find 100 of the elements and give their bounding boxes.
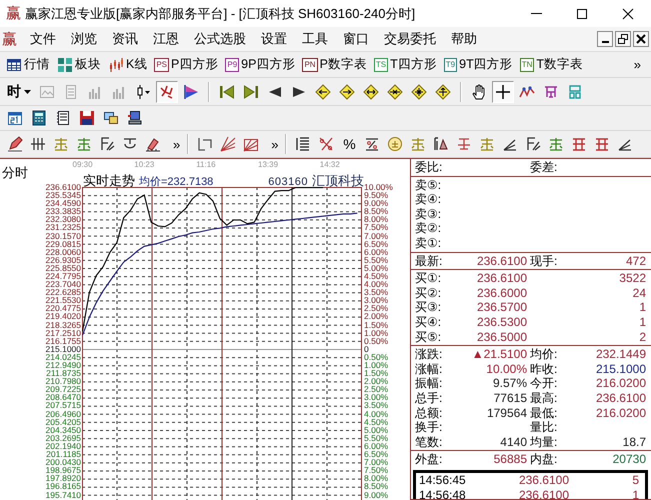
minimize-button[interactable] [597,31,613,47]
minimize-icon [602,41,608,43]
axis-label: 5.50% [364,256,390,264]
axis-label: 7.00% [364,232,390,240]
axis-label: 6.50% [364,240,390,248]
toolbar-button[interactable]: TS T四方形 [372,55,439,74]
field-label: 振幅: [415,376,444,391]
quote-value: 216.0200 [594,406,646,420]
axis-label: 1.50% [364,320,390,329]
toolbar-button[interactable]: PN P数字表 [300,55,369,74]
bracket-box-icon [197,136,214,152]
tool-badge: T9 [444,58,458,72]
line-pattern-icon [410,136,426,152]
axis-label: 3.00% [364,296,390,304]
toolbar-button[interactable]: 行情 [4,55,52,74]
field-label: 外盘: [415,452,444,467]
tool-button[interactable]: % [338,133,360,155]
axis-label: 232.3080 [44,215,81,224]
quote-value: 236.6100 [476,254,527,268]
quote-value: 56885 [492,452,527,467]
picture-icon [39,84,55,100]
menu-item[interactable]: 工具 [295,28,336,50]
axis-label: 212.9490 [44,361,81,370]
toolbar-button[interactable]: P9 9P四方形 [223,55,298,74]
time-label: 14:32 [320,160,340,169]
toolbar-button[interactable]: K线 [106,55,150,74]
menu-item[interactable]: 交易委托 [377,28,444,50]
toolbar-button[interactable]: TN T数字表 [518,55,586,74]
time-label: 10:23 [134,160,154,169]
table-icon [6,56,22,72]
axis-label: 234.4590 [44,199,81,208]
tool-badge: P9 [225,58,240,72]
axis-label: 5.00% [364,264,390,272]
axis-label: 197.8920 [44,474,81,482]
tick-time: 14:56:45 [419,472,467,488]
axis-label: 0.50% [364,352,390,362]
axis-label: 2.50% [364,304,390,312]
minimize-icon [530,13,542,14]
skip-to-start-icon [219,84,235,100]
axis-label: 207.5715 [44,401,81,410]
axis-label: 201.1185 [45,450,81,458]
field-label: 最新: [415,254,444,268]
percent-slash-icon [318,136,334,152]
axis-label: 8.00% [364,215,390,224]
crosshair-icon [495,84,511,100]
field-label: 换手: [415,420,444,435]
line-pattern-icon [594,136,610,152]
quote-value: 236.5700 [476,300,527,315]
menu-item[interactable]: 文件 [23,28,64,50]
field-label: 最低: [529,406,558,420]
menu-item[interactable]: 浏览 [64,28,105,50]
document-icon [63,84,79,100]
stock-name: 汇顶科技 [312,172,364,190]
f-lines-icon [525,136,542,152]
menu-item[interactable]: 窗口 [336,28,377,50]
axis-label: 9.50% [364,191,388,200]
quote-value: 236.6100 [594,390,646,406]
toolbar-button[interactable]: T9 9T四方形 [442,55,515,74]
axis-label: 216.1755 [44,336,81,345]
diamond-arrow-icon [411,84,427,100]
close-button[interactable] [633,31,649,47]
menu-item[interactable]: 江恩 [146,28,187,50]
axis-label: 3.00% [364,393,390,402]
tick-time: 14:56:48 [419,488,467,499]
field-label: 笔数: [415,434,444,450]
axis-label: 235.5345 [44,191,81,200]
field-label: 均价: [529,347,558,362]
overflow-button[interactable]: » [171,136,182,152]
overlapping-windows-icon [103,110,119,126]
stock-code: 603160 [268,176,308,188]
axis-label: 202.1940 [44,442,81,450]
field-label: 现手: [529,254,558,268]
period-dropdown[interactable]: 时 [4,82,34,100]
axis-label: 9.00% [364,490,390,499]
menu-item[interactable]: 设置 [254,28,295,50]
axis-label: 6.00% [364,442,390,450]
calculator-icon [31,110,47,126]
parallel-lines-icon [30,136,46,152]
axis-label: 8.50% [364,207,390,216]
tool-badge: PN [302,58,318,72]
close-icon [636,34,646,44]
overflow-button[interactable]: » [269,136,280,152]
toolbar-button[interactable]: 板块 [55,55,103,74]
tool-button[interactable] [156,80,178,102]
restore-button[interactable] [615,31,631,47]
close-icon [622,8,634,20]
axis-label: 229.0815 [44,240,81,248]
zigzag-line-icon [519,84,535,100]
menu-item[interactable]: 资讯 [105,28,146,50]
axis-label: 5.00% [364,426,390,434]
axis-label: 233.3835 [44,207,81,216]
overflow-button[interactable]: » [632,57,643,72]
fan-lines-icon [220,136,236,152]
menu-item[interactable]: 公式选股 [187,28,254,50]
tool-button[interactable] [492,80,514,102]
menu-item[interactable]: 帮助 [444,28,485,50]
strike-lines-icon [456,136,472,152]
toolbar-button[interactable]: PS P四方形 [152,55,220,74]
percent-lines-icon [364,136,380,152]
caret-icon [24,90,31,94]
